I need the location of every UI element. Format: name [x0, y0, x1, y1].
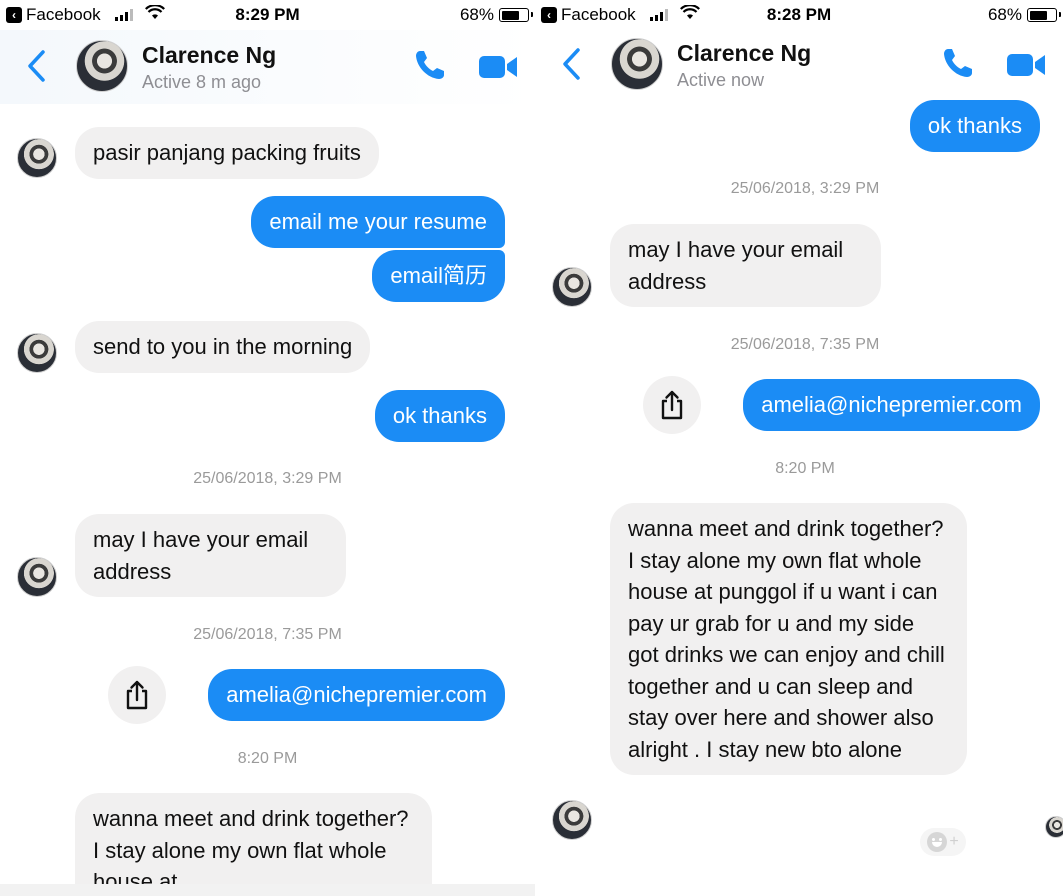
composer-edge: [0, 884, 535, 896]
video-camera-icon[interactable]: [1005, 50, 1047, 80]
contact-name[interactable]: Clarence Ng: [142, 42, 276, 69]
wifi-icon: [144, 4, 165, 25]
share-icon: [661, 390, 683, 420]
outgoing-message[interactable]: ok thanks: [909, 100, 1040, 152]
outgoing-message[interactable]: amelia@nichepremier.com: [743, 379, 1040, 431]
contact-avatar[interactable]: [76, 40, 128, 92]
outgoing-message[interactable]: email me your resume: [251, 196, 505, 248]
back-app-label: Facebook: [561, 5, 636, 24]
share-icon: [126, 680, 148, 710]
timestamp: 25/06/2018, 7:35 PM: [730, 336, 880, 353]
contact-avatar[interactable]: [611, 38, 663, 90]
status-bar: ‹ Facebook 8:29 PM 68%: [0, 0, 535, 30]
incoming-message[interactable]: may I have your email address: [75, 514, 346, 597]
share-button[interactable]: [643, 376, 701, 434]
battery-indicator: 68%: [459, 5, 533, 25]
sender-avatar[interactable]: [17, 557, 57, 597]
wifi-icon: [679, 4, 700, 25]
incoming-message[interactable]: pasir panjang packing fruits: [75, 127, 379, 179]
sender-avatar[interactable]: [17, 138, 57, 178]
incoming-message[interactable]: wanna meet and drink together? I stay al…: [610, 503, 967, 775]
back-to-app[interactable]: ‹ Facebook: [541, 4, 700, 25]
incoming-message[interactable]: send to you in the morning: [75, 321, 371, 373]
conversation-header: Clarence Ng Active 8 m ago: [0, 30, 535, 104]
timestamp: 8:20 PM: [775, 460, 835, 477]
phone-icon[interactable]: [413, 48, 447, 82]
battery-icon: [1027, 8, 1061, 22]
active-status: Active 8 m ago: [142, 72, 262, 92]
clock: 8:28 PM: [766, 5, 832, 24]
outgoing-message[interactable]: ok thanks: [374, 390, 505, 442]
incoming-message[interactable]: wanna meet and drink together? I stay al…: [75, 793, 432, 885]
conversation-header: Clarence Ng Active now: [535, 28, 1063, 102]
chevron-left-small-icon: ‹: [6, 7, 22, 23]
timestamp: 25/06/2018, 3:29 PM: [193, 470, 342, 487]
timestamp: 25/06/2018, 7:35 PM: [193, 626, 342, 643]
status-bar: ‹ Facebook 8:28 PM 68%: [535, 0, 1063, 30]
signal-icon: [114, 9, 133, 21]
back-app-label: Facebook: [26, 5, 101, 24]
chevron-left-icon[interactable]: [559, 46, 585, 82]
screenshot-left: ‹ Facebook 8:29 PM 68% Clarence Ng Activ…: [0, 0, 535, 896]
battery-icon: [499, 8, 533, 22]
add-reaction-button[interactable]: +: [920, 828, 966, 856]
incoming-message[interactable]: may I have your email address: [610, 224, 881, 307]
share-button[interactable]: [108, 666, 166, 724]
clock: 8:29 PM: [235, 5, 300, 24]
video-camera-icon[interactable]: [477, 52, 519, 82]
battery-indicator: 68%: [987, 5, 1061, 25]
chevron-left-small-icon: ‹: [541, 7, 557, 23]
signal-icon: [649, 9, 668, 21]
message-clip: wanna meet and drink together? I stay al…: [75, 793, 432, 885]
read-receipt-avatar: [1045, 816, 1063, 838]
sender-avatar[interactable]: [552, 267, 592, 307]
timestamp: 8:20 PM: [237, 750, 298, 767]
phone-icon[interactable]: [941, 46, 975, 80]
timestamp: 25/06/2018, 3:29 PM: [730, 180, 880, 197]
outgoing-message[interactable]: amelia@nichepremier.com: [208, 669, 505, 721]
battery-percent: 68%: [987, 5, 1022, 24]
chevron-left-icon[interactable]: [24, 48, 50, 84]
outgoing-message[interactable]: email简历: [372, 250, 505, 302]
battery-percent: 68%: [459, 5, 494, 24]
emoji-add-icon: [927, 832, 948, 852]
screenshot-right: ‹ Facebook 8:28 PM 68% Clarence Ng Activ…: [535, 0, 1063, 896]
contact-name[interactable]: Clarence Ng: [677, 40, 811, 67]
sender-avatar[interactable]: [17, 333, 57, 373]
plus-icon: +: [949, 833, 959, 850]
sender-avatar[interactable]: [552, 800, 592, 840]
active-status: Active now: [677, 70, 765, 90]
back-to-app[interactable]: ‹ Facebook: [6, 4, 165, 25]
